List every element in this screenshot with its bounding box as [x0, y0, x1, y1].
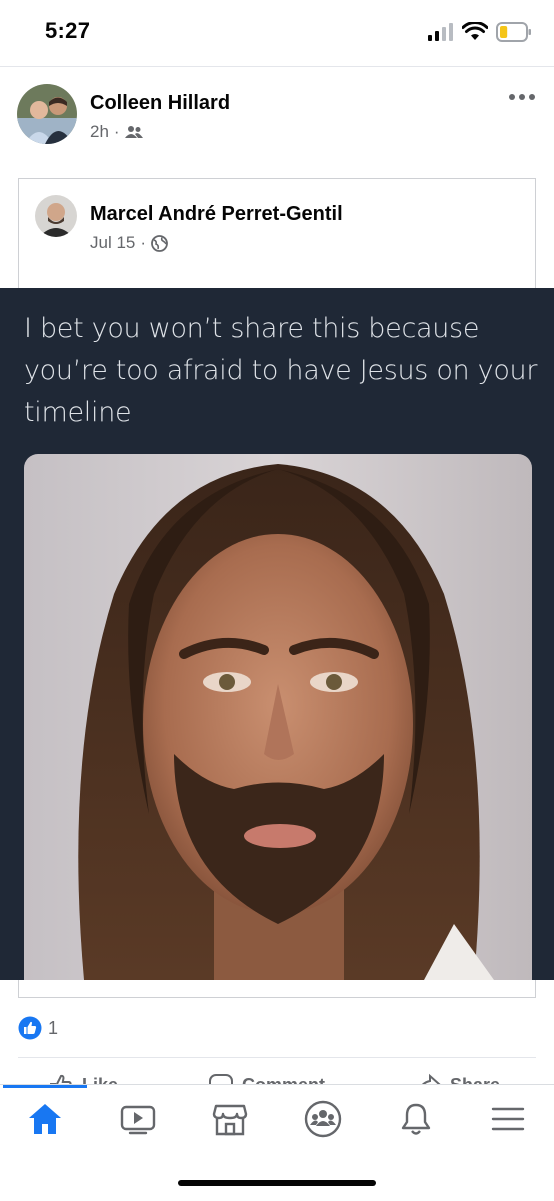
- tab-home[interactable]: [15, 1099, 75, 1139]
- reaction-summary[interactable]: 1: [18, 1016, 58, 1040]
- tab-marketplace[interactable]: [200, 1099, 260, 1139]
- active-tab-indicator: [3, 1085, 87, 1088]
- battery-icon: [496, 22, 531, 42]
- meme-text: I bet you won’t share this because you’r…: [24, 313, 538, 428]
- reactions-divider: [18, 1057, 536, 1058]
- post-author-name[interactable]: Colleen Hillard: [90, 92, 230, 115]
- meta-separator: ·: [140, 233, 147, 252]
- watch-icon: [120, 1105, 156, 1135]
- groups-icon: [304, 1100, 342, 1138]
- status-bar: 5:27: [0, 0, 554, 66]
- globe-icon: [151, 234, 168, 252]
- tab-watch[interactable]: [108, 1099, 168, 1139]
- reaction-count: 1: [48, 1017, 59, 1038]
- shared-meta: Jul 15 ·: [90, 233, 168, 253]
- shared-post-date[interactable]: Jul 15: [90, 233, 135, 253]
- meta-separator: ·: [113, 122, 120, 141]
- top-divider: [0, 66, 554, 67]
- tab-groups[interactable]: [293, 1099, 353, 1139]
- shared-author-name[interactable]: Marcel André Perret-Gentil: [90, 203, 343, 226]
- author-avatar[interactable]: [17, 84, 77, 144]
- friends-icon: [124, 126, 143, 138]
- wifi-icon: [462, 22, 488, 40]
- tab-menu[interactable]: [478, 1099, 538, 1139]
- meme-image[interactable]: I bet you won’t share this because you’r…: [0, 288, 554, 980]
- tab-notifications[interactable]: [386, 1099, 446, 1139]
- more-horizontal-icon[interactable]: [508, 92, 536, 102]
- status-time: 5:27: [45, 18, 91, 43]
- menu-icon: [491, 1107, 525, 1131]
- marketplace-icon: [212, 1104, 248, 1136]
- portrait-photo: [24, 454, 532, 980]
- shared-card-bottom: [18, 980, 536, 998]
- post-meta: 2h ·: [90, 122, 143, 142]
- like-reaction-icon: [18, 1016, 42, 1040]
- cellular-signal-icon: [428, 23, 453, 41]
- home-icon: [29, 1104, 61, 1134]
- home-indicator: [178, 1180, 376, 1186]
- post-time[interactable]: 2h: [90, 122, 109, 142]
- shared-author-avatar[interactable]: [35, 195, 77, 237]
- bell-icon: [401, 1103, 431, 1135]
- status-icons: [428, 22, 532, 42]
